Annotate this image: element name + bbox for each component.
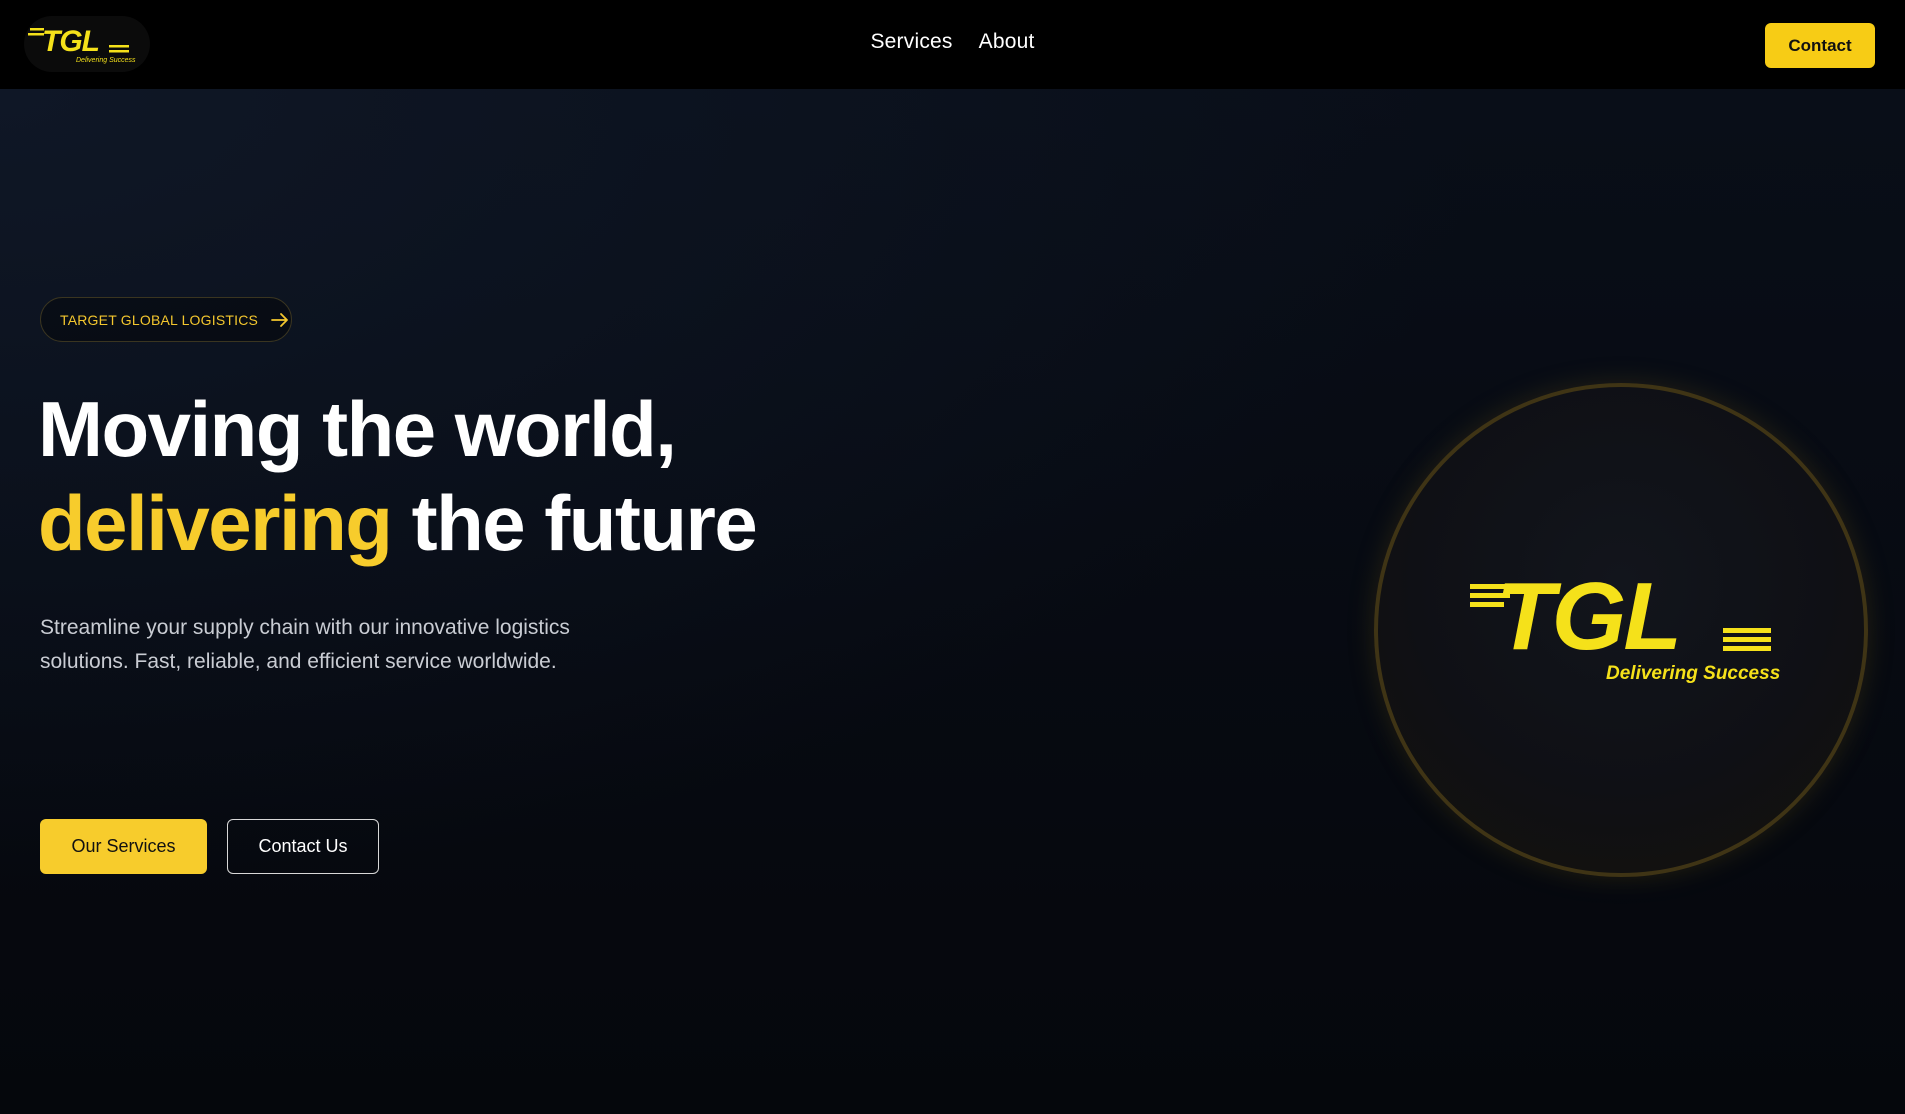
hero-badge-label: TARGET GLOBAL LOGISTICS: [60, 311, 259, 328]
hero-logo-circle: TGL Delivering Success: [1374, 383, 1868, 877]
hero-subtext: Streamline your supply chain with our in…: [40, 611, 640, 679]
hero-logo-wordmark: TGL: [1496, 563, 1679, 670]
hero-subtext-line1: Streamline your supply chain with our in…: [40, 616, 570, 639]
hero-logo-tagline: Delivering Success: [1606, 663, 1780, 684]
headline-line1: Moving the world,: [38, 385, 677, 473]
hero-headline: Moving the world, delivering the future: [38, 382, 758, 570]
site-header: TGL Delivering Success Services About Co…: [0, 0, 1905, 89]
tgl-logo-large-icon: TGL Delivering Success: [1470, 563, 1780, 684]
contact-us-button[interactable]: Contact Us: [227, 819, 379, 874]
nav-about-link[interactable]: About: [979, 30, 1035, 53]
hero-badge[interactable]: TARGET GLOBAL LOGISTICS: [40, 297, 292, 342]
header-logo-tagline: Delivering Success: [76, 57, 136, 64]
our-services-button[interactable]: Our Services: [40, 819, 207, 874]
hero-subtext-line2: solutions. Fast, reliable, and efficient…: [40, 650, 557, 673]
headline-line2: the future: [391, 479, 758, 567]
headline-accent: delivering: [38, 479, 393, 567]
arrow-right-icon: [270, 312, 290, 328]
header-contact-button[interactable]: Contact: [1765, 23, 1875, 68]
nav-services-link[interactable]: Services: [870, 30, 952, 53]
main-nav: Services About: [0, 30, 1905, 54]
